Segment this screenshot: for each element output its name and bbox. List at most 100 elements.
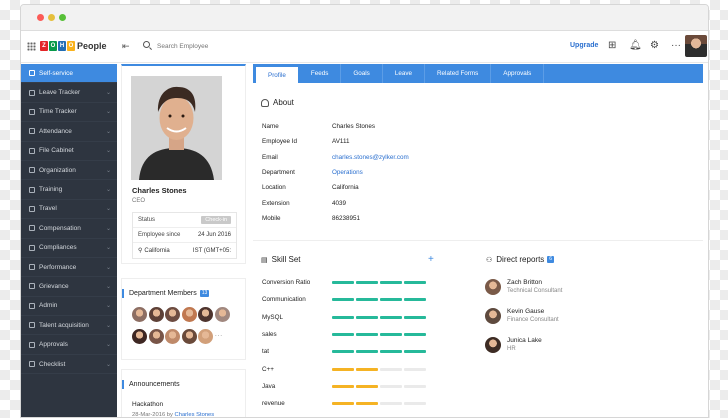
employee-since-value: 24 Jun 2016 — [197, 232, 231, 238]
add-icon[interactable]: ⊞ — [608, 40, 616, 52]
chevron-down-icon: ⌄ — [105, 148, 111, 155]
direct-report-item[interactable]: Kevin Gause Finance Consultant — [485, 301, 562, 330]
sidebar-item-self-service[interactable]: Self-service — [21, 64, 117, 84]
more-icon[interactable]: ··· — [671, 40, 681, 52]
member-avatar[interactable] — [148, 307, 164, 322]
member-avatar[interactable] — [198, 307, 213, 322]
about-field-value[interactable]: Operations — [332, 169, 363, 176]
member-avatar[interactable] — [181, 307, 197, 322]
sidebar-item-time-tracker[interactable]: Time Tracker ⌄ — [21, 103, 117, 123]
profile-info-box: Status Check-in Employee since 24 Jun 20… — [132, 212, 237, 259]
profile-column: Charles Stones CEO Status Check-in Emplo… — [121, 64, 246, 417]
add-skill-button[interactable]: + — [428, 254, 434, 265]
gear-icon[interactable]: ⚙ — [650, 40, 659, 52]
about-field-label: Mobile — [262, 214, 281, 222]
apps-grid-icon[interactable] — [27, 42, 36, 51]
training-icon — [29, 186, 35, 193]
checkin-button[interactable]: Check-in — [201, 216, 231, 224]
member-avatar[interactable] — [214, 307, 230, 322]
zoho-people-logo[interactable]: Z O H O People — [40, 40, 107, 52]
status-row: Status Check-in — [133, 213, 236, 228]
member-avatar[interactable] — [165, 307, 180, 322]
sidebar-item-performance[interactable]: Performance ⌄ — [21, 258, 117, 278]
sidebar-item-approvals[interactable]: Approvals ⌄ — [21, 335, 117, 355]
maximize-window-button[interactable] — [59, 14, 66, 21]
skill-rating-segment — [404, 402, 426, 406]
close-window-button[interactable] — [37, 14, 44, 21]
about-field-label: Department — [262, 169, 295, 177]
profile-photo — [131, 76, 222, 180]
sidebar-item-talent-acquisition[interactable]: Talent acquisition ⌄ — [21, 316, 117, 336]
members-avatar-grid: ··· — [132, 307, 242, 351]
skill-rating — [332, 298, 426, 302]
sidebar-item-organization[interactable]: Organization ⌄ — [21, 161, 117, 181]
tab-leave[interactable]: Leave — [383, 64, 425, 83]
tab-feeds[interactable]: Feeds — [299, 64, 342, 83]
attendance-icon — [29, 128, 35, 135]
sidebar-item-label: Compliances — [39, 244, 77, 252]
skill-rating-segment — [332, 281, 354, 285]
bell-icon[interactable]: 🔔︎ — [629, 40, 642, 52]
announcement-item-meta: 28-Mar-2016 by Charles Stones — [132, 412, 215, 418]
org-icon — [29, 167, 35, 174]
logo-word: People — [77, 41, 107, 51]
sidebar-item-file-cabinet[interactable]: File Cabinet ⌄ — [21, 142, 117, 161]
sidebar-item-travel[interactable]: Travel ⌄ — [21, 200, 117, 220]
user-avatar[interactable] — [685, 35, 707, 57]
location-row: ⚲ California IST (GMT+05: — [133, 243, 236, 258]
sidebar-item-attendance[interactable]: Attendance ⌄ — [21, 122, 117, 142]
about-field-label: Location — [262, 184, 286, 192]
tab-profile[interactable]: Profile — [255, 66, 299, 83]
collapse-sidebar-icon[interactable]: ⇤ — [122, 41, 130, 52]
sidebar-item-checklist[interactable]: Checklist ⌄ — [21, 355, 117, 375]
sidebar-item-compliances[interactable]: Compliances ⌄ — [21, 239, 117, 258]
employee-since-label: Employee since — [138, 232, 181, 238]
about-field-value: Charles Stones — [332, 123, 376, 131]
skill-rating-segment — [404, 367, 426, 371]
about-section-title: About — [261, 98, 294, 107]
skill-name: Java — [262, 382, 276, 390]
main-content: Profile Feeds Goals Leave Related Forms Appro… — [253, 64, 703, 407]
sidebar-item-compensation[interactable]: Compensation ⌄ — [21, 219, 117, 239]
sidebar-item-training[interactable]: Training ⌄ — [21, 180, 117, 200]
tab-approvals[interactable]: Approvals — [491, 64, 545, 83]
skill-list: Conversion Ratio Communication MySQL sales t… — [262, 274, 426, 412]
about-field-value[interactable]: charles.stones@zylker.com — [332, 154, 409, 161]
upgrade-link[interactable]: Upgrade — [570, 42, 598, 49]
member-avatar[interactable] — [132, 329, 147, 344]
announcement-item-title[interactable]: Hackathon — [132, 401, 163, 408]
skill-row: Communication — [262, 291, 426, 308]
sidebar-item-label: Organization — [39, 166, 76, 174]
direct-report-item[interactable]: Junica Lake HR — [485, 330, 562, 359]
member-avatar[interactable] — [198, 329, 213, 344]
report-avatar — [485, 307, 501, 324]
sidebar-item-admin[interactable]: Admin ⌄ — [21, 297, 117, 317]
skill-name: sales — [262, 331, 277, 339]
sidebar-item-label: Approvals — [39, 341, 68, 349]
flag-icon — [29, 283, 35, 290]
chevron-down-icon: ⌄ — [105, 342, 111, 349]
about-field-value: AV111 — [332, 138, 350, 146]
chevron-down-icon: ⌄ — [105, 245, 111, 252]
member-avatar[interactable] — [165, 329, 180, 344]
skill-rating-segment — [404, 281, 426, 285]
member-avatar[interactable] — [132, 307, 147, 322]
reports-icon: ⚇ — [486, 256, 493, 264]
chevron-down-icon: ⌄ — [105, 303, 111, 310]
tab-related-forms[interactable]: Related Forms — [425, 64, 492, 83]
members-count-badge: 13 — [199, 290, 210, 297]
skill-row: Java — [262, 378, 426, 395]
chevron-down-icon: ⌄ — [105, 90, 111, 97]
sidebar-item-leave-tracker[interactable]: Leave Tracker ⌄ — [21, 83, 117, 103]
search-icon[interactable] — [143, 41, 150, 48]
sidebar-item-label: Time Tracker — [39, 108, 77, 116]
member-avatar[interactable] — [181, 329, 197, 344]
member-avatar[interactable] — [148, 329, 164, 344]
announcement-author-link[interactable]: Charles Stones — [175, 412, 215, 417]
sidebar-item-grievance[interactable]: Grievance ⌄ — [21, 277, 117, 297]
search-employee-input[interactable] — [157, 39, 357, 53]
tab-goals[interactable]: Goals — [341, 64, 383, 83]
direct-report-item[interactable]: Zach Britton Technical Consultant — [485, 272, 562, 301]
more-members-icon[interactable]: ··· — [215, 331, 223, 340]
minimize-window-button[interactable] — [48, 14, 55, 21]
